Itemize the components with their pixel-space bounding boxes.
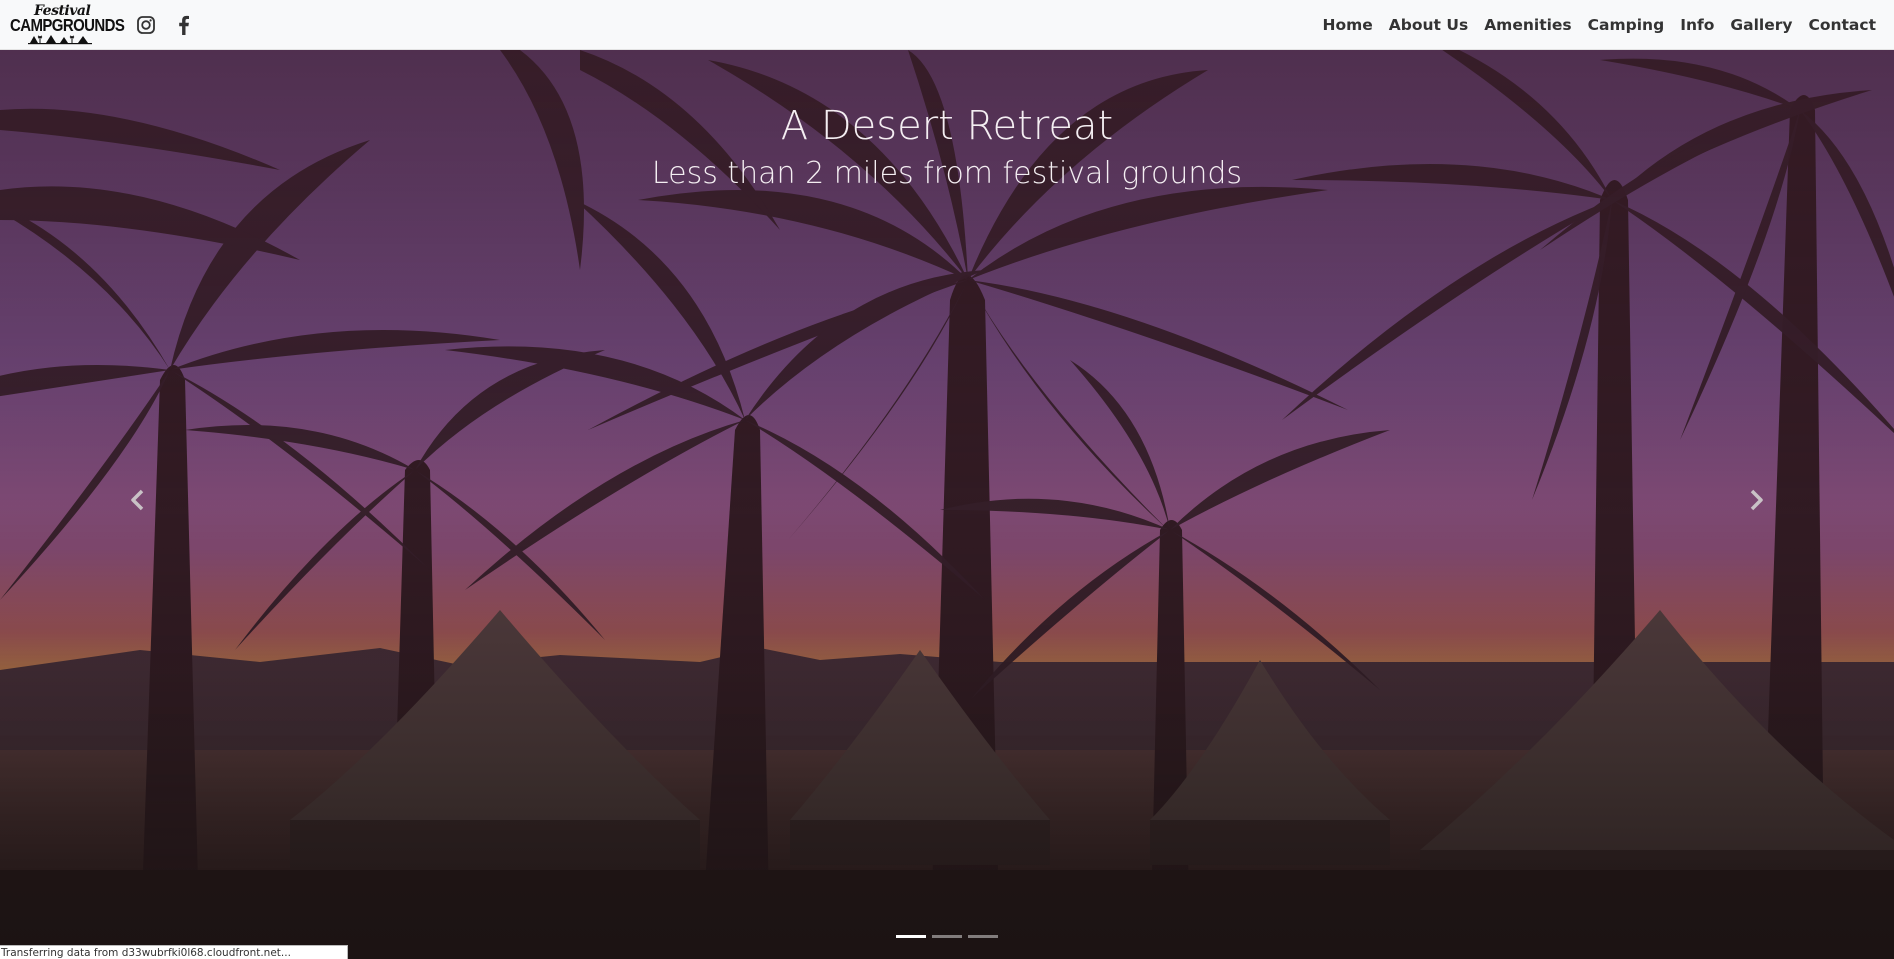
nav-camping[interactable]: Camping: [1588, 16, 1665, 34]
nav-info[interactable]: Info: [1680, 16, 1714, 34]
carousel-indicator-3[interactable]: [968, 935, 998, 938]
instagram-link[interactable]: [135, 14, 157, 36]
brand-logo[interactable]: Festival CAMPGROUNDS: [10, 3, 125, 47]
brand-tents-icon: [28, 35, 92, 45]
hero-title: A Desert Retreat: [780, 103, 1114, 149]
nav-about-us[interactable]: About Us: [1389, 16, 1468, 34]
hero-subtitle: Less than 2 miles from festival grounds: [651, 156, 1243, 191]
facebook-link[interactable]: [173, 14, 195, 36]
nav-gallery[interactable]: Gallery: [1730, 16, 1792, 34]
nav-amenities[interactable]: Amenities: [1484, 16, 1571, 34]
hero-carousel: A Desert Retreat Less than 2 miles from …: [0, 50, 1894, 959]
carousel-indicator-1[interactable]: [896, 935, 926, 938]
nav-home[interactable]: Home: [1322, 16, 1372, 34]
carousel-indicators: [0, 935, 1894, 938]
main-nav: Home About Us Amenities Camping Info Gal…: [1306, 0, 1876, 50]
carousel-prev-button[interactable]: [118, 480, 158, 520]
top-navbar: Festival CAMPGROUNDS Home About Us Ameni…: [0, 0, 1894, 50]
chevron-right-icon: [1750, 489, 1763, 511]
instagram-icon: [137, 16, 155, 34]
nav-contact[interactable]: Contact: [1808, 16, 1876, 34]
carousel-indicator-2[interactable]: [932, 935, 962, 938]
chevron-left-icon: [131, 489, 144, 511]
browser-status-bar: Transferring data from d33wubrfki0l68.cl…: [0, 945, 348, 959]
facebook-icon: [179, 15, 189, 35]
carousel-next-button[interactable]: [1736, 480, 1776, 520]
